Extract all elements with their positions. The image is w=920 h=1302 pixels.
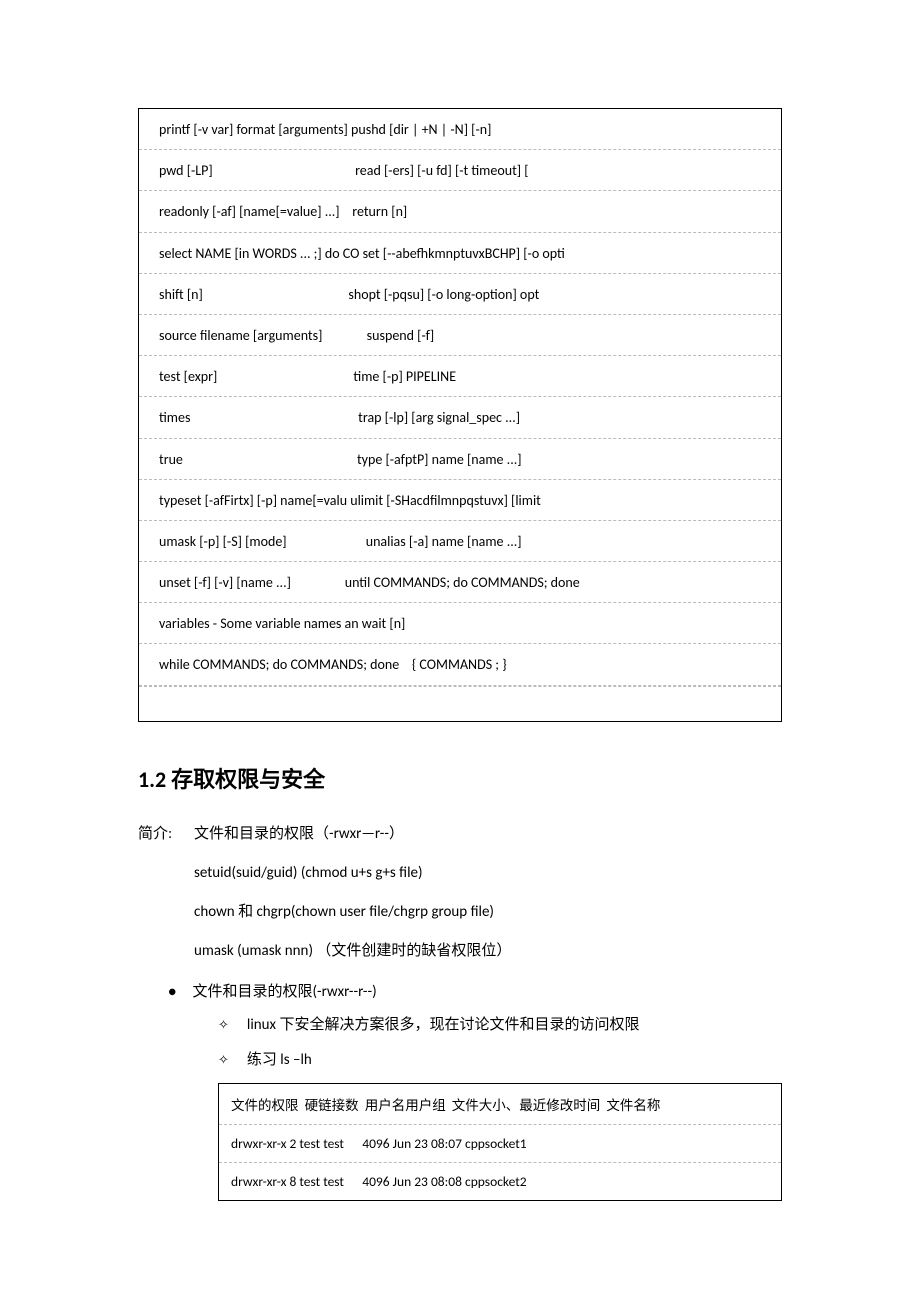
code-line: pwd [-LP] read [-ers] [-u fd] [-t timeou… [139, 150, 781, 191]
code-line: unset [-f] [-v] [name ...] until COMMAND… [139, 562, 781, 603]
bullet-icon: ● [168, 983, 176, 1000]
diamond-icon: ✧ [218, 1053, 229, 1068]
table-header: 文件的权限 硬链接数 用户名用户组 文件大小、最近修改时间 文件名称 [219, 1084, 781, 1125]
sub-bullet-item: ✧ 练习 ls –lh [218, 1048, 782, 1069]
sub-bullet-item: ✧ linux 下安全解决方案很多，现在讨论文件和目录的访问权限 [218, 1013, 782, 1034]
bullet-text: 文件和目录的权限(-rwxr--r--) [192, 980, 376, 1001]
intro-subline: chown 和 chgrp(chown user file/chgrp grou… [194, 902, 782, 923]
code-line-empty [139, 686, 781, 721]
table-row: drwxr-xr-x 8 test test 4096 Jun 23 08:08… [219, 1163, 781, 1200]
intro-label: 简介: [138, 824, 194, 845]
ls-output-box: 文件的权限 硬链接数 用户名用户组 文件大小、最近修改时间 文件名称 drwxr… [218, 1083, 782, 1201]
section-heading: 1.2 存取权限与安全 [138, 762, 782, 794]
document-page: printf [-v var] format [arguments] pushd… [0, 0, 920, 1281]
code-line: true type [-afptP] name [name ...] [139, 439, 781, 480]
bullet-item: ● 文件和目录的权限(-rwxr--r--) [168, 980, 782, 1001]
diamond-icon: ✧ [218, 1018, 229, 1033]
code-line: umask [-p] [-S] [mode] unalias [-a] name… [139, 521, 781, 562]
code-line: test [expr] time [-p] PIPELINE [139, 356, 781, 397]
intro-block: 简介: 文件和目录的权限（-rwxr—r--） setuid(suid/guid… [138, 824, 782, 962]
code-line: times trap [-lp] [arg signal_spec ...] [139, 397, 781, 438]
code-line: typeset [-afFirtx] [-p] name[=valu ulimi… [139, 480, 781, 521]
table-row: drwxr-xr-x 2 test test 4096 Jun 23 08:07… [219, 1125, 781, 1163]
intro-subline: setuid(suid/guid) (chmod u+s g+s file) [194, 863, 782, 884]
code-line: while COMMANDS; do COMMANDS; done { COMM… [139, 644, 781, 685]
code-line: printf [-v var] format [arguments] pushd… [139, 109, 781, 150]
code-line: readonly [-af] [name[=value] ...] return… [139, 191, 781, 232]
code-line: source filename [arguments] suspend [-f] [139, 315, 781, 356]
sub-bullet-text: linux 下安全解决方案很多，现在讨论文件和目录的访问权限 [247, 1013, 640, 1034]
shell-commands-box: printf [-v var] format [arguments] pushd… [138, 108, 782, 722]
intro-subline: umask (umask nnn) （文件创建时的缺省权限位） [194, 941, 782, 962]
code-line: select NAME [in WORDS ... ;] do CO set [… [139, 233, 781, 274]
sub-bullet-text: 练习 ls –lh [247, 1048, 312, 1069]
code-line: shift [n] shopt [-pqsu] [-o long-option]… [139, 274, 781, 315]
code-line: variables - Some variable names an wait … [139, 603, 781, 644]
intro-line: 文件和目录的权限（-rwxr—r--） [194, 824, 404, 845]
